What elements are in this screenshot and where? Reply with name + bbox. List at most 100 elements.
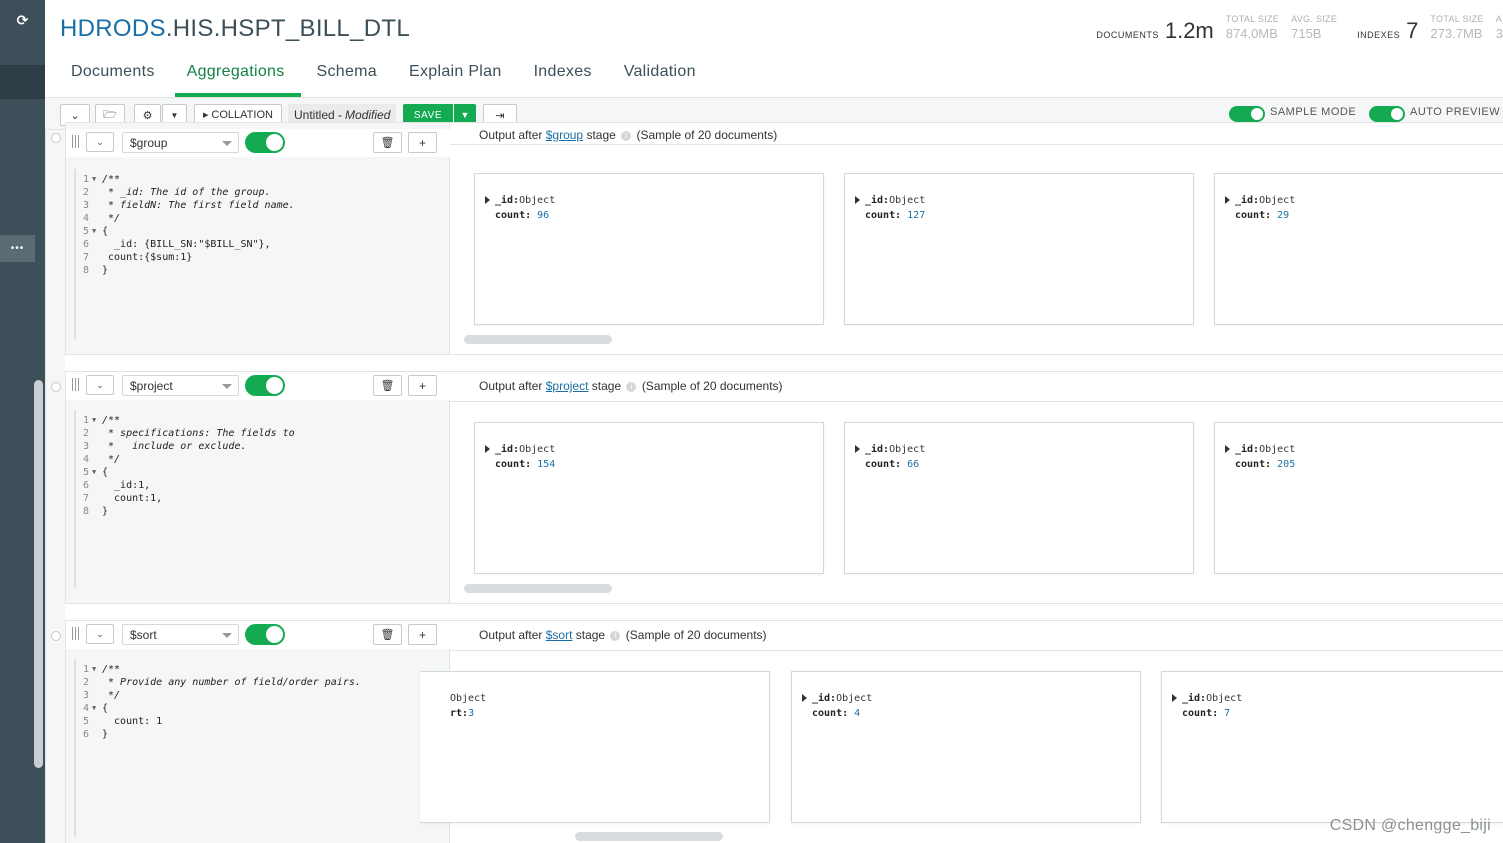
add-stage-plus-icon[interactable]: + (408, 375, 437, 396)
expand-caret-icon[interactable] (1225, 445, 1230, 453)
stat-label: TOTAL SIZE (1225, 14, 1280, 24)
db-name: HDRODS (60, 15, 166, 42)
expand-caret-icon[interactable] (1225, 196, 1230, 204)
tab-schema[interactable]: Schema (317, 60, 378, 97)
output-header: Output after $project stage i (Sample of… (479, 379, 783, 393)
sample-mode-label: SAMPLE MODE (1270, 106, 1357, 118)
stage-output-panel: Output after $sort stage i (Sample of 20… (420, 621, 1503, 843)
collection-tabs: Documents Aggregations Schema Explain Pl… (71, 60, 728, 97)
stat-label: A (1495, 14, 1503, 24)
drag-handle-icon[interactable] (72, 135, 82, 149)
refresh-icon[interactable]: ⟳ (0, 0, 45, 40)
watermark: CSDN @chengge_biji (1329, 817, 1491, 834)
collection-name: .HIS.HSPT_BILL_DTL (165, 15, 410, 42)
operator-docs-link[interactable]: $project (546, 379, 589, 393)
operator-docs-link[interactable]: $sort (546, 628, 573, 642)
stat-value: 3 (1495, 26, 1503, 41)
stage-enable-toggle[interactable] (245, 624, 285, 645)
stage-dot (51, 382, 61, 392)
nav-divider (0, 65, 45, 99)
add-stage-plus-icon[interactable]: + (408, 624, 437, 645)
expand-caret-icon[interactable] (855, 445, 860, 453)
drag-handle-icon[interactable] (72, 627, 82, 641)
stage-dot (51, 133, 61, 143)
drag-handle-icon[interactable] (72, 378, 82, 392)
expand-caret-icon[interactable] (485, 445, 490, 453)
scrollbar-thumb[interactable] (34, 380, 43, 768)
indexes-stat: INDEXES 7 (1357, 18, 1418, 44)
output-divider (450, 144, 1503, 145)
stage-operator-select[interactable]: $project (122, 375, 239, 396)
collapse-chevron-icon[interactable]: ⌄ (86, 624, 114, 644)
expand-caret-icon[interactable] (1172, 694, 1177, 702)
collapse-chevron-icon[interactable]: ⌄ (86, 132, 114, 152)
stage-header: ⌄ $group 🗑 + (66, 129, 450, 157)
operator-value: $sort (130, 627, 157, 642)
stat-value: 874.0MB (1225, 26, 1278, 41)
collection-header: HDRODS.HIS.HSPT_BILL_DTL DOCUMENTS 1.2m … (45, 0, 1503, 97)
expand-caret-icon[interactable] (855, 196, 860, 204)
info-icon[interactable]: i (610, 630, 621, 641)
expand-caret-icon[interactable] (802, 694, 807, 702)
stat-label: TOTAL SIZE (1430, 14, 1484, 24)
auto-preview-toggle[interactable] (1369, 106, 1405, 122)
stage-enable-toggle[interactable] (245, 132, 285, 153)
operator-docs-link[interactable]: $group (546, 128, 583, 142)
tab-validation[interactable]: Validation (624, 60, 696, 97)
code-editor[interactable]: 1 ▼/** 2 * Provide any number of field/or… (74, 659, 446, 837)
gutter-line (45, 130, 46, 843)
output-header: Output after $sort stage i (Sample of 20… (479, 628, 767, 642)
more-icon[interactable]: ••• (0, 235, 35, 262)
document-card: _id:Object count: 4 (791, 671, 1141, 823)
tab-indexes[interactable]: Indexes (534, 60, 592, 97)
stage-output-panel: Output after $group stage i (Sample of 2… (450, 123, 1503, 354)
output-header: Output after $group stage i (Sample of 2… (479, 128, 778, 142)
stage-operator-select[interactable]: $group (122, 132, 239, 153)
delete-stage-trash-icon[interactable]: 🗑 (373, 624, 402, 645)
output-divider (450, 401, 1503, 402)
add-stage-plus-icon[interactable]: + (408, 132, 437, 153)
tab-explain-plan[interactable]: Explain Plan (409, 60, 502, 97)
stage-header: ⌄ $sort 🗑 + (66, 621, 450, 649)
tab-aggregations[interactable]: Aggregations (174, 60, 301, 97)
document-card: _id:Object count: 7 (1161, 671, 1503, 823)
auto-preview-label: AUTO PREVIEW (1410, 106, 1501, 118)
info-icon[interactable]: i (621, 130, 632, 141)
namespace-title: HDRODS.HIS.HSPT_BILL_DTL (60, 15, 410, 43)
stage-editor-panel: ⌄ $project 🗑 + 1 ▼/** 2 * specifications:… (66, 372, 450, 603)
document-card: _id:Object count: 154 (474, 422, 824, 574)
stat-label: AVG. SIZE (1291, 14, 1338, 24)
caret-right-icon: ▶ (203, 112, 209, 119)
output-divider (450, 650, 1503, 651)
info-icon[interactable]: i (626, 381, 637, 392)
tab-documents[interactable]: Documents (71, 60, 155, 97)
horizontal-scrollbar[interactable] (464, 584, 612, 593)
horizontal-scrollbar[interactable] (464, 335, 612, 344)
collapse-chevron-icon[interactable]: ⌄ (86, 375, 114, 395)
sample-mode-toggle[interactable] (1229, 106, 1265, 122)
pipeline-name-text: Untitled (294, 108, 335, 122)
expand-caret-icon[interactable] (485, 196, 490, 204)
document-card: _id:Object count: 96 (474, 173, 824, 325)
collation-label: COLLATION (211, 109, 273, 121)
operator-value: $group (130, 135, 168, 150)
indexes-count: 7 (1406, 18, 1419, 43)
delete-stage-trash-icon[interactable]: 🗑 (373, 132, 402, 153)
doc-avg-size: AVG. SIZE 715B (1291, 14, 1337, 41)
document-card: Object rt:3 (420, 671, 770, 823)
chevron-down-icon (222, 384, 232, 389)
documents-stat: DOCUMENTS 1.2m (1096, 18, 1213, 44)
stage-enable-toggle[interactable] (245, 375, 285, 396)
stage-operator-select[interactable]: $sort (122, 624, 239, 645)
chevron-down-icon (222, 633, 232, 638)
stage-dot (51, 631, 61, 641)
stage-header: ⌄ $project 🗑 + (66, 372, 450, 400)
idx-avg-size: A 3 (1496, 14, 1503, 41)
delete-stage-trash-icon[interactable]: 🗑 (373, 375, 402, 396)
horizontal-scrollbar[interactable] (575, 832, 723, 841)
doc-total-size: TOTAL SIZE 874.0MB (1226, 14, 1279, 41)
stage-card: ⌄ $group 🗑 + 1 ▼/** 2 * _id: The id of th… (65, 122, 1503, 355)
pipeline-status: - Modified (337, 108, 391, 122)
code-editor[interactable]: 1 ▼/** 2 * specifications: The fields to … (74, 410, 446, 588)
code-editor[interactable]: 1 ▼/** 2 * _id: The id of the group. 3 * … (74, 169, 446, 339)
